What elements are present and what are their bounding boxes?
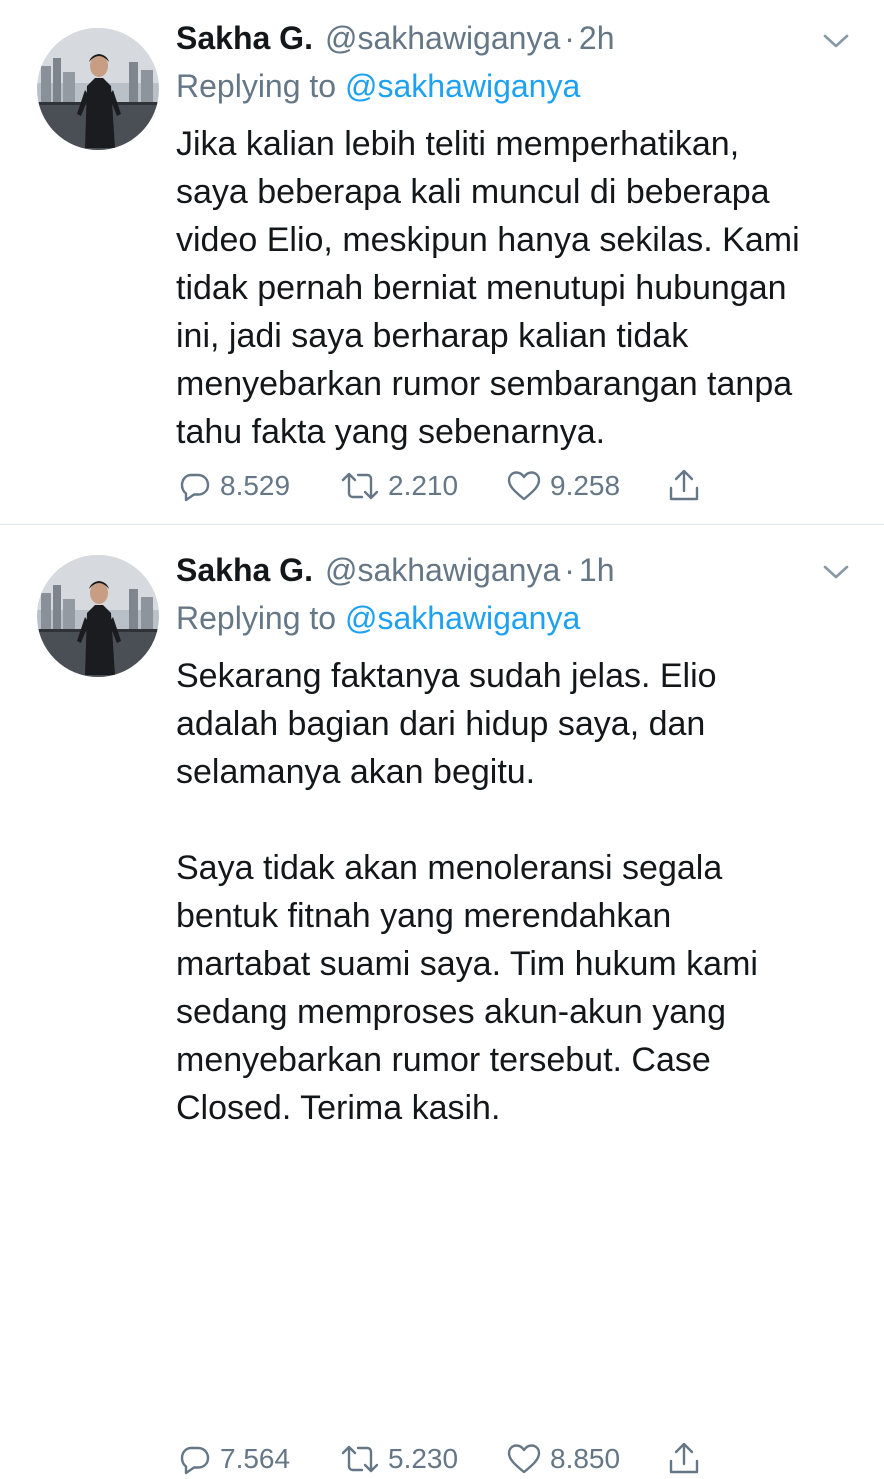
tweet-text-line: saya beberapa kali muncul di beberapa — [176, 173, 770, 211]
like-icon — [507, 471, 541, 501]
retweet-icon — [341, 472, 379, 500]
user-handle[interactable]: @sakhawiganya — [325, 20, 560, 57]
tweet-text-line: Sekarang faktanya sudah jelas. Elio — [176, 657, 717, 695]
replying-to: Replying to @sakhawiganya — [176, 600, 580, 637]
like-count: 9.258 — [550, 470, 621, 501]
retweet-button[interactable]: 2.210 — [340, 466, 458, 506]
retweet-button[interactable]: 5.230 — [340, 1439, 458, 1479]
like-button[interactable]: 9.258 — [506, 466, 620, 506]
tweet-text-line: Closed. Terima kasih. — [176, 1089, 501, 1127]
separator-dot: · — [564, 20, 575, 56]
timestamp[interactable]: 1h — [579, 552, 615, 589]
tweet-actions: 8.529 2.210 9.258 — [176, 466, 736, 506]
avatar[interactable] — [37, 28, 159, 150]
separator-dot: · — [564, 552, 575, 588]
tweet-text-line: Saya tidak akan menoleransi segala — [176, 849, 723, 887]
display-name[interactable]: Sakha G. — [176, 20, 313, 57]
retweet-icon — [341, 1445, 379, 1473]
tweet-text: Jika kalian lebih teliti memperhatikan, … — [176, 120, 856, 456]
tweet-actions: 7.564 5.230 8.850 — [176, 1439, 736, 1479]
reply-icon — [180, 1446, 210, 1475]
reply-button[interactable]: 7.564 — [178, 1439, 290, 1479]
tweet-text-line: sedang memproses akun-akun yang — [176, 993, 726, 1031]
tweet-text-line: selamanya akan begitu. — [176, 753, 536, 791]
tweet-text-line: video Elio, meskipun hanya sekilas. Kami — [176, 221, 800, 259]
avatar[interactable] — [37, 555, 159, 677]
tweet-text-line: tahu fakta yang sebenarnya. — [176, 413, 606, 451]
like-button[interactable]: 8.850 — [506, 1439, 620, 1479]
tweet-header: Sakha G. @sakhawiganya · 2h — [176, 20, 614, 60]
timestamp[interactable]: 2h — [579, 20, 615, 57]
retweet-count: 2.210 — [388, 470, 459, 501]
tweet-text-line: ini, jadi saya berharap kalian tidak — [176, 317, 689, 355]
tweet[interactable]: Sakha G. @sakhawiganya · 1h Replying to … — [0, 525, 884, 1475]
tweet[interactable]: Sakha G. @sakhawiganya · 2h Replying to … — [0, 0, 884, 525]
chevron-down-icon[interactable] — [822, 32, 850, 50]
chevron-down-icon[interactable] — [822, 563, 850, 581]
replying-to-link[interactable]: @sakhawiganya — [345, 600, 580, 636]
share-button[interactable] — [666, 1439, 702, 1479]
replying-to-label: Replying to — [176, 600, 337, 636]
replying-to-label: Replying to — [176, 68, 337, 104]
user-handle[interactable]: @sakhawiganya — [325, 552, 560, 589]
tweet-text-line: bentuk fitnah yang merendahkan — [176, 897, 672, 935]
tweet-text-line: tidak pernah berniat menutupi hubungan — [176, 269, 787, 307]
tweet-text: Sekarang faktanya sudah jelas. Elio adal… — [176, 652, 856, 1132]
reply-count: 8.529 — [220, 470, 291, 501]
tweet-header: Sakha G. @sakhawiganya · 1h — [176, 552, 614, 592]
tweet-text-line: adalah bagian dari hidup saya, dan — [176, 705, 706, 743]
share-button[interactable] — [666, 466, 702, 506]
replying-to: Replying to @sakhawiganya — [176, 68, 580, 105]
reply-icon — [180, 473, 210, 502]
display-name[interactable]: Sakha G. — [176, 552, 313, 589]
reply-button[interactable]: 8.529 — [178, 466, 290, 506]
tweet-text-line: menyebarkan rumor sembarangan tanpa — [176, 365, 793, 403]
share-icon — [669, 1442, 699, 1474]
replying-to-link[interactable]: @sakhawiganya — [345, 68, 580, 104]
retweet-count: 5.230 — [388, 1443, 459, 1474]
reply-count: 7.564 — [220, 1443, 291, 1474]
share-icon — [669, 469, 699, 501]
like-icon — [507, 1444, 541, 1474]
like-count: 8.850 — [550, 1443, 621, 1474]
tweet-text-line: menyebarkan rumor tersebut. Case — [176, 1041, 711, 1079]
tweet-text-line: martabat suami saya. Tim hukum kami — [176, 945, 758, 983]
tweet-text-line: Jika kalian lebih teliti memperhatikan, — [176, 125, 740, 163]
